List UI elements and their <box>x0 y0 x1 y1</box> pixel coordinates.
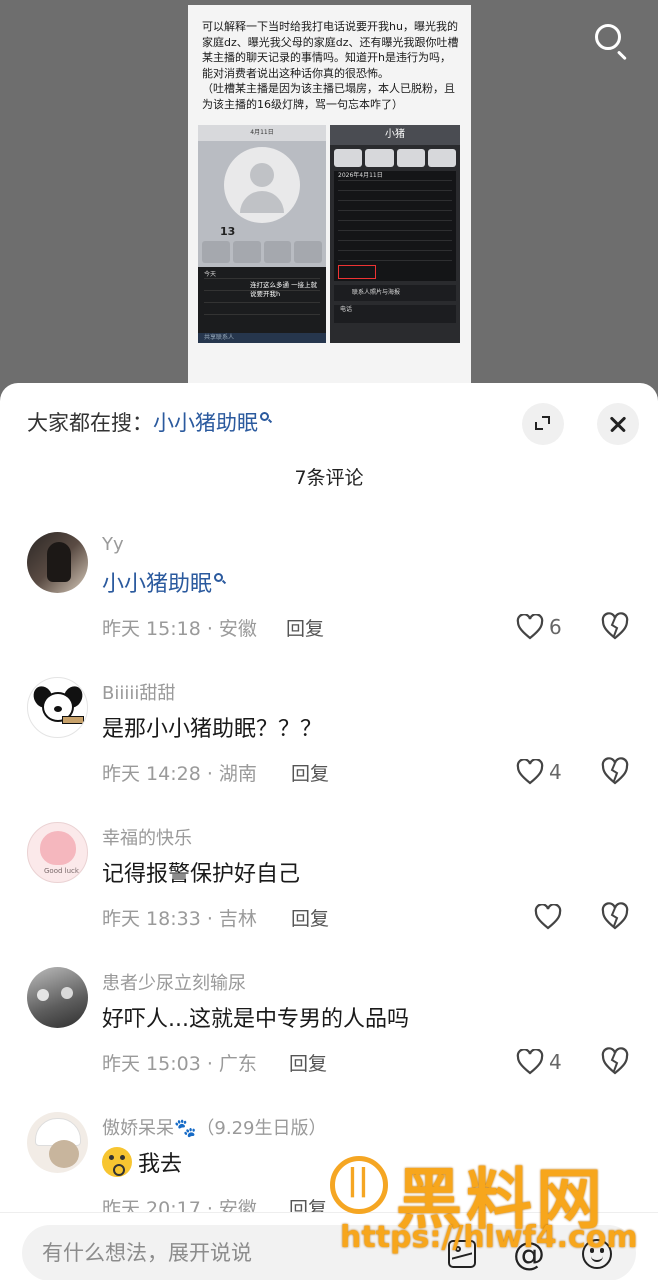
comment-text[interactable]: 是那小小猪助眠？？？ <box>102 711 322 743</box>
comment-input-container[interactable]: @ <box>22 1225 636 1280</box>
highlight-box <box>338 265 376 279</box>
like-button[interactable]: 4 <box>516 757 562 787</box>
heart-icon <box>534 904 562 930</box>
avatar[interactable] <box>27 532 88 593</box>
reply-button[interactable]: 回复 <box>291 904 329 931</box>
dislike-button[interactable] <box>600 757 630 789</box>
like-count: 6 <box>549 615 562 639</box>
call-log-annotation: 连打这么多通 一接上就说要开我h <box>250 281 318 298</box>
comment-username[interactable]: 幸福的快乐 <box>102 824 192 850</box>
contact-call-date: 2026年4月11日 <box>338 171 452 181</box>
image-button[interactable] <box>446 1237 480 1271</box>
search-icon <box>214 573 227 585</box>
reply-button[interactable]: 回复 <box>289 1049 327 1076</box>
heart-icon <box>516 1049 544 1075</box>
comment-meta: 昨天 18:33 · 吉林 <box>102 908 257 930</box>
call-number: 13 <box>220 225 236 238</box>
contact-screenshot: 小猪 2026年4月11日 联系人照片与海报 电话 <box>330 125 460 343</box>
media-viewer[interactable]: 可以解释一下当时给我打电话说要开我hu，曝光我的家庭dz、曝光我父母的家庭dz、… <box>0 0 658 400</box>
emoji-button[interactable] <box>580 1237 614 1271</box>
hot-search-label: 大家都在搜： <box>27 411 153 435</box>
comment-text[interactable]: 我去 <box>102 1146 182 1178</box>
broken-heart-icon <box>601 902 629 930</box>
call-date: 4月11日 <box>198 125 326 141</box>
comment-username[interactable]: 傲娇呆呆🐾（9.29生日版） <box>102 1114 327 1140</box>
post-text: 可以解释一下当时给我打电话说要开我hu，曝光我的家庭dz、曝光我父母的家庭dz、… <box>188 5 471 118</box>
post-paragraph: （吐槽某主播是因为该主播已塌房，本人已脱粉，且为该主播的16级灯牌，骂一句忘本咋… <box>202 82 455 111</box>
avatar[interactable] <box>27 1112 88 1173</box>
contact-poster-row: 联系人照片与海报 <box>334 285 456 301</box>
dislike-button[interactable] <box>600 612 630 644</box>
avatar[interactable] <box>27 677 88 738</box>
avatar[interactable]: Good luck <box>27 822 88 883</box>
call-log-today: 今天 <box>204 269 320 279</box>
contact-phone-row: 电话 <box>334 305 456 323</box>
comment-item: Biiiii甜甜 是那小小猪助眠？？？ 昨天 14:28 · 湖南 回复 4 <box>0 677 658 817</box>
post-paragraph: 可以解释一下当时给我打电话说要开我hu，曝光我的家庭dz、曝光我父母的家庭dz、… <box>202 20 459 80</box>
search-icon <box>260 412 273 424</box>
search-icon <box>595 24 621 50</box>
contact-actions <box>334 149 456 167</box>
reply-button[interactable]: 回复 <box>291 759 329 786</box>
comment-input-bar: @ <box>0 1212 658 1280</box>
like-button[interactable]: 4 <box>516 1047 562 1077</box>
call-log: 今天 连打这么多通 一接上就说要开我h 共享联系人 <box>198 267 326 343</box>
screenshot-collage: 4月11日 13 今天 连打这么多通 一接上就说要开我h 共享联系人 小猪 20… <box>198 125 460 343</box>
reply-button[interactable]: 回复 <box>289 1194 327 1212</box>
comment-meta: 昨天 15:03 · 广东 <box>102 1053 257 1075</box>
comment-username[interactable]: Yy <box>102 534 124 555</box>
comment-username[interactable]: 患者少尿立刻输尿 <box>102 969 246 995</box>
broken-heart-icon <box>601 1047 629 1075</box>
mention-button[interactable]: @ <box>512 1237 546 1271</box>
comment-text[interactable]: 小小猪助眠 <box>102 566 227 598</box>
call-screenshot: 4月11日 13 今天 连打这么多通 一接上就说要开我h 共享联系人 <box>198 125 326 343</box>
like-count: 4 <box>549 760 562 784</box>
close-button[interactable] <box>597 403 639 445</box>
comment-username[interactable]: Biiiii甜甜 <box>102 679 175 705</box>
comment-meta: 昨天 14:28 · 湖南 <box>102 763 257 785</box>
like-button[interactable]: 6 <box>516 612 562 642</box>
comment-text[interactable]: 记得报警保护好自己 <box>102 856 300 888</box>
comment-meta: 昨天 15:18 · 安徽 <box>102 618 257 640</box>
comment-input[interactable] <box>42 1235 422 1271</box>
broken-heart-icon <box>601 757 629 785</box>
heart-icon <box>516 759 544 785</box>
like-count: 4 <box>549 1050 562 1074</box>
like-button[interactable] <box>534 902 567 932</box>
comment-item: 傲娇呆呆🐾（9.29生日版） 我去 昨天 20:17 · 安徽 回复 <box>0 1112 658 1212</box>
comment-item: 患者少尿立刻输尿 好吓人...这就是中专男的人品吗 昨天 15:03 · 广东 … <box>0 967 658 1107</box>
comment-count: 7条评论 <box>294 467 364 489</box>
comment-sheet-header: 大家都在搜：小小猪助眠 <box>0 383 658 463</box>
contact-name: 小猪 <box>330 125 460 145</box>
avatar[interactable] <box>27 967 88 1028</box>
dislike-button[interactable] <box>600 1047 630 1079</box>
comment-item: Yy 小小猪助眠 昨天 15:18 · 安徽 回复 6 <box>0 532 658 672</box>
comment-sheet: 大家都在搜：小小猪助眠 7条评论 Yy 小小猪助眠 昨天 15:18 · 安徽 … <box>0 383 658 1280</box>
post-image[interactable]: 可以解释一下当时给我打电话说要开我hu，曝光我的家庭dz、曝光我父母的家庭dz、… <box>188 5 471 385</box>
comment-text[interactable]: 好吓人...这就是中专男的人品吗 <box>102 1001 409 1033</box>
expand-button[interactable] <box>522 403 564 445</box>
comment-meta: 昨天 20:17 · 安徽 <box>102 1198 257 1212</box>
search-button[interactable] <box>591 20 631 61</box>
shocked-emoji-icon <box>102 1147 132 1177</box>
dislike-button[interactable] <box>600 902 630 934</box>
hot-search[interactable]: 大家都在搜：小小猪助眠 <box>27 407 273 437</box>
emoji-icon <box>582 1239 612 1269</box>
call-actions <box>202 241 322 263</box>
contact-avatar-icon <box>224 147 300 223</box>
hot-search-term[interactable]: 小小猪助眠 <box>153 411 258 435</box>
share-contact: 共享联系人 <box>198 333 326 343</box>
heart-icon <box>516 614 544 640</box>
broken-heart-icon <box>601 612 629 640</box>
reply-button[interactable]: 回复 <box>286 614 324 641</box>
comment-item: Good luck 幸福的快乐 记得报警保护好自己 昨天 18:33 · 吉林 … <box>0 822 658 962</box>
